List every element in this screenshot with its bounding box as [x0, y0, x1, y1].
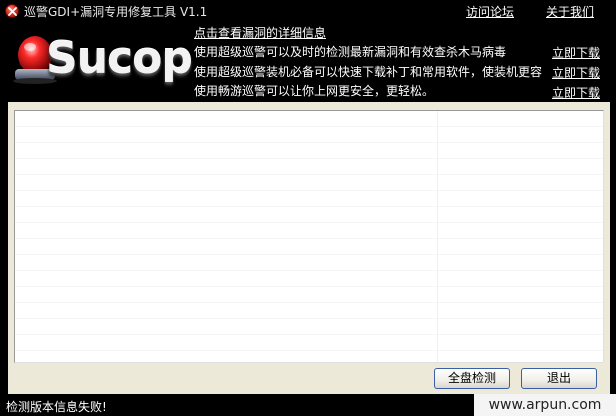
- status-text: 检测版本信息失败!: [6, 400, 107, 414]
- download-link-3[interactable]: 立即下载: [552, 84, 600, 101]
- results-list[interactable]: [14, 110, 604, 363]
- main-panel: 全盘检测 退出: [8, 102, 610, 394]
- title-bar: 巡警GDI+漏洞专用修复工具 V1.1 访问论坛 关于我们: [0, 0, 616, 23]
- sucop-logo: Sucop: [12, 27, 193, 91]
- error-x-icon: [5, 4, 19, 18]
- header-banner: Sucop 点击查看漏洞的详细信息 使用超级巡警可以及时的检测最新漏洞和有效查杀…: [0, 23, 616, 102]
- download-link-1[interactable]: 立即下载: [552, 44, 600, 61]
- exit-button[interactable]: 退出: [521, 368, 597, 389]
- visit-forum-link[interactable]: 访问论坛: [466, 3, 514, 20]
- promo-line-3: 使用畅游巡警可以让你上网更安全，更轻松。: [194, 84, 435, 98]
- logo-text: Sucop: [46, 33, 193, 84]
- about-us-link[interactable]: 关于我们: [546, 3, 594, 20]
- column-separator: [437, 111, 438, 362]
- vulnerability-details-link[interactable]: 点击查看漏洞的详细信息: [194, 24, 326, 41]
- download-link-2[interactable]: 立即下载: [552, 64, 600, 81]
- watermark: www.arpun.com: [474, 394, 616, 416]
- list-row-lines: [15, 111, 603, 362]
- full-scan-button[interactable]: 全盘检测: [434, 368, 510, 389]
- promo-line-1: 使用超级巡警可以及时的检测最新漏洞和有效查杀木马病毒: [194, 45, 507, 59]
- window-title: 巡警GDI+漏洞专用修复工具 V1.1: [24, 5, 208, 19]
- promo-line-2: 使用超级巡警装机必备可以快速下载补丁和常用软件，使装机更容: [194, 65, 543, 79]
- status-bar: 检测版本信息失败! www.arpun.com: [0, 394, 616, 416]
